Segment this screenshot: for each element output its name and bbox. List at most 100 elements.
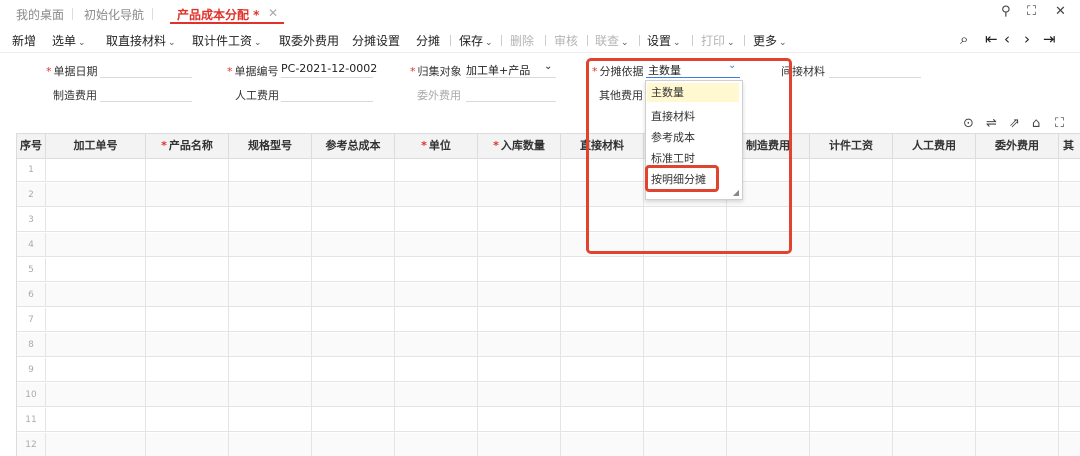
row-number: 2 [17, 183, 46, 207]
table-row[interactable]: 9 [17, 358, 1080, 382]
restore-icon[interactable]: ⛶ [1027, 4, 1036, 19]
next-page-icon[interactable]: › [1024, 30, 1030, 48]
row-number: 8 [17, 333, 46, 357]
print-button[interactable]: 打印 ⌄ [701, 32, 735, 49]
fetch-direct-material-button[interactable]: 取直接材料 ⌄ [106, 32, 176, 49]
row-number: 6 [17, 283, 46, 307]
toolbar-divider [744, 35, 745, 46]
col-piece-wage: 计件工资 [810, 134, 893, 158]
export-icon[interactable]: ⇗ [1009, 116, 1020, 131]
chevron-down-icon: ⌄ [168, 38, 176, 48]
row-number: 7 [17, 308, 46, 332]
chevron-down-icon: ⌄ [673, 38, 681, 48]
col-work-order-no: 加工单号 [46, 134, 146, 158]
chevron-down-icon: ⌄ [779, 38, 787, 48]
col-unit: * 单位 [395, 134, 478, 158]
delete-button[interactable]: 删除 [510, 32, 534, 49]
table-row[interactable]: 6 [17, 283, 1080, 307]
chevron-down-icon: ⌄ [485, 38, 493, 48]
table-row[interactable]: 8 [17, 333, 1080, 357]
search-icon[interactable]: ⚲ [1001, 4, 1011, 19]
bill-date-label: * 单据日期 [46, 65, 98, 78]
collect-object-label: * 归集对象 [410, 65, 462, 78]
fetch-outsource-cost-button[interactable]: 取委外费用 [279, 32, 339, 49]
labor-cost-label: 人工费用 [235, 89, 279, 102]
bill-no-label: * 单据编号 [227, 65, 279, 78]
row-number: 1 [17, 158, 46, 182]
close-icon[interactable]: ✕ [1055, 4, 1066, 19]
select-order-button[interactable]: 选单 ⌄ [52, 32, 86, 49]
allocation-settings-button[interactable]: 分摊设置 [352, 32, 400, 49]
toolbar-divider [450, 35, 451, 46]
row-number: 5 [17, 258, 46, 282]
fullscreen-icon[interactable]: ⛶ [1055, 116, 1064, 131]
search-doc-icon[interactable]: ⌕ [960, 30, 968, 48]
col-inbound-qty: * 入库数量 [478, 134, 561, 158]
prev-page-icon[interactable]: ‹ [1004, 30, 1010, 48]
grid-body: 1 2 3 4 5 6 7 8 9 10 11 12 [17, 158, 1080, 456]
labor-cost-field[interactable] [281, 101, 373, 102]
row-number: 4 [17, 233, 46, 257]
row-number: 3 [17, 208, 46, 232]
last-page-icon[interactable]: ⇥ [1043, 30, 1056, 48]
row-number: 9 [17, 358, 46, 382]
grid-header: 序号 加工单号 * 产品名称 规格型号 参考总成本 * 单位 * 入库数量 直接材料 … [17, 133, 1080, 159]
tab-bar: 我的桌面 初始化导航 产品成本分配 * ✕ ⚲ ⛶ ✕ [0, 0, 1080, 27]
allocate-button[interactable]: 分摊 [416, 32, 440, 49]
table-row[interactable]: 7 [17, 308, 1080, 332]
table-row[interactable]: 2 [17, 183, 1080, 207]
table-row[interactable]: 10 [17, 383, 1080, 407]
more-button[interactable]: 更多 ⌄ [753, 32, 787, 49]
toolbar-divider [545, 35, 546, 46]
location-icon[interactable]: ⊙ [963, 116, 974, 131]
manufacturing-cost-label: 制造费用 [53, 89, 97, 102]
home-icon[interactable]: ⌂ [1032, 116, 1040, 131]
row-number: 11 [17, 408, 46, 432]
tab-divider [152, 8, 153, 20]
tab-my-desktop[interactable]: 我的桌面 [16, 6, 64, 23]
toolbar-divider [587, 35, 588, 46]
outsource-cost-field[interactable] [466, 101, 556, 102]
new-button[interactable]: 新增 [12, 32, 36, 49]
fetch-piece-wage-button[interactable]: 取计件工资 ⌄ [192, 32, 262, 49]
row-number: 10 [17, 383, 46, 407]
toolbar-divider [692, 35, 693, 46]
bill-date-field[interactable] [100, 77, 192, 78]
row-number: 12 [17, 433, 46, 456]
chevron-down-icon: ⌄ [621, 38, 629, 48]
chevron-down-icon: ⌄ [254, 38, 262, 48]
table-row[interactable]: 5 [17, 258, 1080, 282]
annotation-highlight-box [586, 58, 792, 254]
manufacturing-cost-field[interactable] [100, 101, 192, 102]
outsource-cost-label: 委外费用 [417, 89, 461, 102]
chevron-down-icon: ⌄ [544, 61, 553, 72]
annotation-highlight-option [645, 165, 719, 192]
settings-button[interactable]: 设置 ⌄ [647, 32, 681, 49]
col-outsource-cost: 委外费用 [976, 134, 1059, 158]
table-row[interactable]: 4 [17, 233, 1080, 257]
bill-no-field[interactable]: PC-2021-12-0002 [281, 62, 377, 75]
toolbar-divider [639, 35, 640, 46]
indirect-material-field[interactable] [829, 77, 921, 78]
col-spec-model: 规格型号 [229, 134, 312, 158]
table-row[interactable]: 3 [17, 208, 1080, 232]
linked-query-button[interactable]: 联查 ⌄ [595, 32, 629, 49]
col-labor-cost: 人工费用 [893, 134, 976, 158]
col-row-no: 序号 [17, 134, 46, 158]
table-row[interactable]: 12 [17, 433, 1080, 456]
tab-product-cost-allocation[interactable]: 产品成本分配 * [177, 6, 259, 23]
tab-close-icon[interactable]: ✕ [268, 6, 278, 20]
collect-object-underline [466, 77, 556, 78]
collect-object-select[interactable]: 加工单+产品 [466, 62, 530, 78]
chevron-down-icon: ⌄ [727, 38, 735, 48]
bill-no-underline [281, 77, 373, 78]
tab-init-nav[interactable]: 初始化导航 [84, 6, 144, 23]
tab-divider [72, 8, 73, 20]
audit-button[interactable]: 审核 [554, 32, 578, 49]
table-row[interactable]: 1 [17, 158, 1080, 182]
first-page-icon[interactable]: ⇤ [985, 30, 998, 48]
table-row[interactable]: 11 [17, 408, 1080, 432]
save-button[interactable]: 保存 ⌄ [459, 32, 493, 49]
col-ref-total-cost: 参考总成本 [312, 134, 395, 158]
filter-icon[interactable]: ⇌ [986, 116, 997, 131]
